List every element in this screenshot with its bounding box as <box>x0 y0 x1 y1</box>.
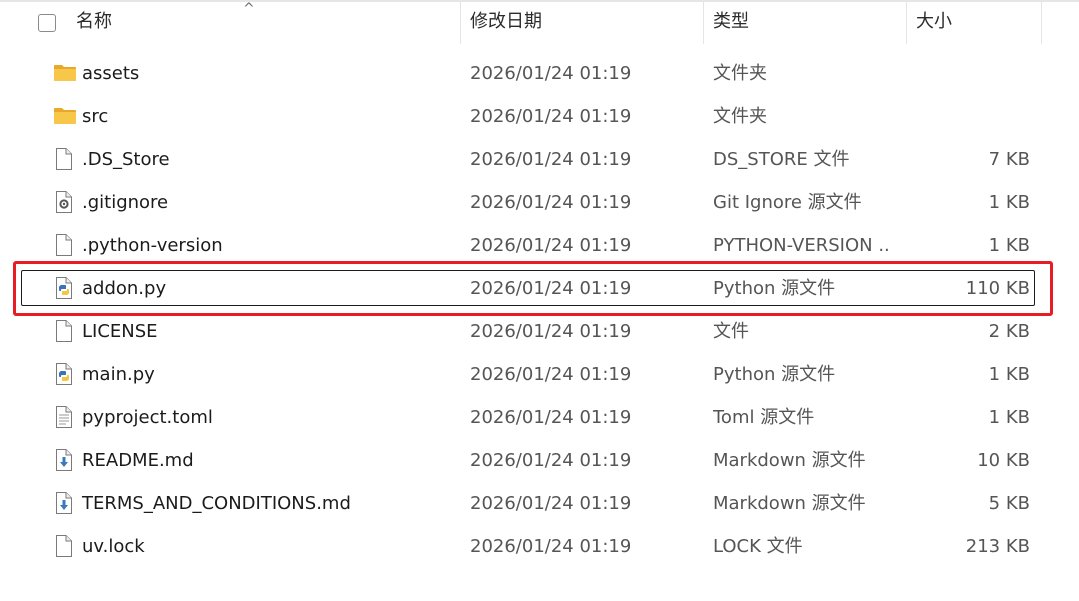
file-type: LOCK 文件 <box>713 536 803 557</box>
file-size: 5 KB <box>988 493 1030 514</box>
file-size: 1 KB <box>988 364 1030 385</box>
file-explorer: 名称 ^ 修改日期 类型 大小 assets 2026/01/24 01:19 文件… <box>0 0 1079 601</box>
file-size: 1 KB <box>988 407 1030 428</box>
file-row[interactable]: .gitignore 2026/01/24 01:19 Git Ignore 源文件… <box>0 181 1079 224</box>
file-row[interactable]: LICENSE 2026/01/24 01:19 文件 2 KB <box>0 310 1079 353</box>
column-header-size[interactable]: 大小 <box>916 2 952 44</box>
file-name: .gitignore <box>82 192 169 213</box>
column-header: 名称 ^ 修改日期 类型 大小 <box>0 2 1079 44</box>
file-row[interactable]: TERMS_AND_CONDITIONS.md 2026/01/24 01:19 M… <box>0 482 1079 525</box>
folder-icon <box>53 62 76 84</box>
settings-file-icon <box>53 191 75 213</box>
file-modified-date: 2026/01/24 01:19 <box>470 149 632 170</box>
text-file-icon <box>53 406 75 428</box>
file-row[interactable]: .python-version 2026/01/24 01:19 PYTHON-VE… <box>0 224 1079 267</box>
file-name: .DS_Store <box>82 149 170 170</box>
column-header-date[interactable]: 修改日期 <box>470 2 542 44</box>
file-icon <box>53 535 75 557</box>
column-divider[interactable] <box>1041 2 1042 44</box>
select-all-checkbox[interactable] <box>38 14 56 32</box>
file-row[interactable]: .DS_Store 2026/01/24 01:19 DS_STORE 文件 7 KB <box>0 138 1079 181</box>
file-icon <box>53 234 75 256</box>
file-modified-date: 2026/01/24 01:19 <box>470 192 632 213</box>
markdown-file-icon <box>53 449 75 471</box>
file-list: assets 2026/01/24 01:19 文件夹 src 2026/01/24 0… <box>0 52 1079 568</box>
file-modified-date: 2026/01/24 01:19 <box>470 407 632 428</box>
file-name: assets <box>82 63 140 84</box>
file-row[interactable]: addon.py 2026/01/24 01:19 Python 源文件 110 KB <box>0 267 1079 310</box>
file-size: 7 KB <box>988 149 1030 170</box>
file-modified-date: 2026/01/24 01:19 <box>470 450 632 471</box>
column-divider[interactable] <box>906 2 907 44</box>
file-size: 213 KB <box>965 536 1030 557</box>
file-name: addon.py <box>82 278 167 299</box>
python-file-icon <box>53 277 75 299</box>
python-file-icon <box>53 363 75 385</box>
file-modified-date: 2026/01/24 01:19 <box>470 235 632 256</box>
column-divider[interactable] <box>460 2 461 44</box>
file-type: Git Ignore 源文件 <box>713 192 862 213</box>
file-row[interactable]: main.py 2026/01/24 01:19 Python 源文件 1 KB <box>0 353 1079 396</box>
file-type: DS_STORE 文件 <box>713 149 850 170</box>
file-modified-date: 2026/01/24 01:19 <box>470 536 632 557</box>
file-modified-date: 2026/01/24 01:19 <box>470 493 632 514</box>
file-row[interactable]: uv.lock 2026/01/24 01:19 LOCK 文件 213 KB <box>0 525 1079 568</box>
file-name: .python-version <box>82 235 223 256</box>
file-size: 110 KB <box>965 278 1030 299</box>
file-icon <box>53 320 75 342</box>
file-type: Markdown 源文件 <box>713 450 866 471</box>
file-row[interactable]: pyproject.toml 2026/01/24 01:19 Toml 源文件 1 … <box>0 396 1079 439</box>
file-type: Markdown 源文件 <box>713 493 866 514</box>
file-type: Python 源文件 <box>713 364 836 385</box>
file-name: README.md <box>82 450 194 471</box>
file-type: 文件夹 <box>713 106 767 127</box>
file-row[interactable]: README.md 2026/01/24 01:19 Markdown 源文件 10 … <box>0 439 1079 482</box>
file-type: Toml 源文件 <box>713 407 815 428</box>
file-modified-date: 2026/01/24 01:19 <box>470 278 632 299</box>
file-name: uv.lock <box>82 536 145 557</box>
column-header-type[interactable]: 类型 <box>713 2 749 44</box>
file-size: 2 KB <box>988 321 1030 342</box>
markdown-file-icon <box>53 492 75 514</box>
file-row[interactable]: src 2026/01/24 01:19 文件夹 <box>0 95 1079 138</box>
file-type: 文件 <box>713 321 749 342</box>
file-name: LICENSE <box>82 321 158 342</box>
file-type: 文件夹 <box>713 63 767 84</box>
file-modified-date: 2026/01/24 01:19 <box>470 106 632 127</box>
file-modified-date: 2026/01/24 01:19 <box>470 63 632 84</box>
file-row[interactable]: assets 2026/01/24 01:19 文件夹 <box>0 52 1079 95</box>
folder-icon <box>53 105 76 127</box>
column-divider[interactable] <box>703 2 704 44</box>
file-size: 10 KB <box>977 450 1030 471</box>
file-modified-date: 2026/01/24 01:19 <box>470 364 632 385</box>
file-name: TERMS_AND_CONDITIONS.md <box>82 493 351 514</box>
file-size: 1 KB <box>988 235 1030 256</box>
file-name: pyproject.toml <box>82 407 213 428</box>
file-modified-date: 2026/01/24 01:19 <box>470 321 632 342</box>
file-type: PYTHON-VERSION ... <box>713 235 888 256</box>
file-icon <box>53 148 75 170</box>
sort-ascending-icon: ^ <box>243 1 255 17</box>
column-header-name[interactable]: 名称 <box>76 2 112 44</box>
file-type: Python 源文件 <box>713 278 836 299</box>
file-name: src <box>82 106 109 127</box>
file-name: main.py <box>82 364 155 385</box>
file-size: 1 KB <box>988 192 1030 213</box>
